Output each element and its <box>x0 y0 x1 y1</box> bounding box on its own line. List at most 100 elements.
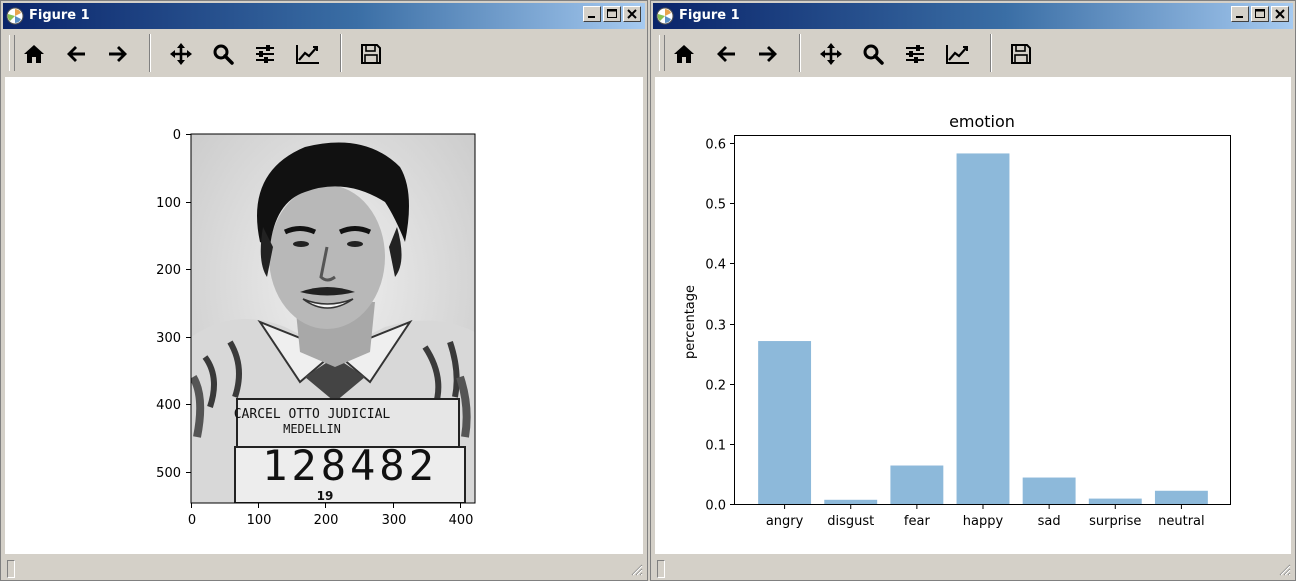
y-tick-label: 0 <box>173 128 181 143</box>
y-ticks-group: 0.0 0.1 0.2 0.3 0.4 0.5 0.6 <box>705 138 735 514</box>
pan-button[interactable] <box>165 39 197 69</box>
configure-subplots-button[interactable] <box>249 39 281 69</box>
zoom-magnifier-icon <box>213 44 234 65</box>
y-tick-label: 0.5 <box>705 198 726 213</box>
y-tick-label: 0.3 <box>705 319 726 334</box>
back-button[interactable] <box>710 39 742 69</box>
title-bar[interactable]: Figure 1 <box>653 3 1293 29</box>
x-tick-label: angry <box>766 514 804 529</box>
minimize-button[interactable] <box>583 6 601 22</box>
y-tick-label: 0.1 <box>705 439 726 454</box>
save-floppy-icon <box>361 44 381 64</box>
x-tick-label: happy <box>963 514 1004 529</box>
placard-year: 19 <box>317 489 334 503</box>
toolbar-separator <box>340 34 342 72</box>
image-axes-plot: CARCEL OTTO JUDICIAL MEDELLIN 128482 19 … <box>156 128 476 528</box>
close-icon <box>1275 9 1285 19</box>
placard-line2: MEDELLIN <box>283 422 341 436</box>
home-icon <box>674 45 694 63</box>
toolbar-separator <box>990 34 992 72</box>
save-button[interactable] <box>355 39 387 69</box>
placard-line1: CARCEL OTTO JUDICIAL <box>234 407 391 422</box>
save-button[interactable] <box>1005 39 1037 69</box>
maximize-button[interactable] <box>603 6 621 22</box>
window-title: Figure 1 <box>679 8 740 23</box>
bar-surprise <box>1088 498 1142 504</box>
x-tick-label: surprise <box>1089 514 1141 529</box>
x-tick-label: 100 <box>247 513 272 528</box>
x-tick-label: 0 <box>188 513 196 528</box>
y-tick-label: 0.2 <box>705 379 726 394</box>
forward-button[interactable] <box>752 39 784 69</box>
close-button[interactable] <box>1271 6 1289 22</box>
zoom-button[interactable] <box>207 39 239 69</box>
matplotlib-logo-icon <box>656 7 674 25</box>
back-button[interactable] <box>60 39 92 69</box>
y-tick-label: 0.6 <box>705 138 726 153</box>
minimize-icon <box>1236 16 1243 18</box>
resize-grip-icon[interactable] <box>631 564 643 576</box>
bar-sad <box>1022 477 1076 504</box>
resize-grip-icon[interactable] <box>1279 564 1291 576</box>
status-field <box>657 560 665 578</box>
x-tick-label: 300 <box>382 513 407 528</box>
home-button[interactable] <box>18 39 50 69</box>
close-button[interactable] <box>623 6 641 22</box>
edit-axes-icon <box>946 45 969 64</box>
x-tick-label: sad <box>1038 514 1061 529</box>
minimize-button[interactable] <box>1231 6 1249 22</box>
status-bar <box>653 556 1293 578</box>
toolbar-separator <box>149 34 151 72</box>
status-bar <box>3 556 645 578</box>
window-title: Figure 1 <box>29 8 90 23</box>
maximize-button[interactable] <box>1251 6 1269 22</box>
figure-window-right: Figure 1 emotion percentage 0.0 0.1 0.2 … <box>650 0 1296 581</box>
figure-canvas[interactable]: emotion percentage 0.0 0.1 0.2 0.3 0.4 0.5 0.6… <box>655 77 1291 554</box>
edit-axes-button[interactable] <box>942 39 974 69</box>
mugshot-photo: CARCEL OTTO JUDICIAL MEDELLIN 128482 19 <box>191 134 475 503</box>
y-tick-label: 300 <box>156 331 181 346</box>
y-tick-label: 100 <box>156 196 181 211</box>
pan-move-icon <box>170 43 192 65</box>
image-y-ticks: 0 100 200 300 400 500 <box>156 128 191 481</box>
back-arrow-icon <box>67 46 85 62</box>
navigation-toolbar <box>653 31 1293 75</box>
figure-window-left: Figure 1 CARCEL OTTO JUDICIAL MEDELLIN 1… <box>0 0 648 581</box>
y-tick-label: 0.0 <box>705 499 726 514</box>
configure-subplots-icon <box>906 45 924 63</box>
matplotlib-logo-icon <box>6 7 24 25</box>
x-tick-label: 200 <box>314 513 339 528</box>
bar-neutral <box>1154 490 1208 504</box>
chart-title: emotion <box>949 112 1015 131</box>
y-tick-label: 200 <box>156 263 181 278</box>
x-tick-label: neutral <box>1158 514 1205 529</box>
bar-angry <box>758 341 812 504</box>
bar-disgust <box>824 499 878 504</box>
forward-arrow-icon <box>759 46 777 62</box>
y-tick-label: 400 <box>156 398 181 413</box>
placard-number: 128482 <box>262 441 438 490</box>
pan-button[interactable] <box>815 39 847 69</box>
zoom-magnifier-icon <box>863 44 884 65</box>
navigation-toolbar <box>3 31 645 75</box>
toolbar-separator <box>799 34 801 72</box>
bars-group <box>758 153 1208 504</box>
home-button[interactable] <box>668 39 700 69</box>
toolbar-grip[interactable] <box>659 35 665 71</box>
image-x-ticks: 0 100 200 300 400 <box>188 503 473 528</box>
minimize-icon <box>588 16 595 18</box>
figure-canvas[interactable]: CARCEL OTTO JUDICIAL MEDELLIN 128482 19 … <box>5 77 643 554</box>
edit-axes-icon <box>296 45 319 64</box>
configure-subplots-icon <box>256 45 274 63</box>
y-tick-label: 0.4 <box>705 258 726 273</box>
title-bar[interactable]: Figure 1 <box>3 3 645 29</box>
edit-axes-button[interactable] <box>292 39 324 69</box>
toolbar-grip[interactable] <box>9 35 15 71</box>
back-arrow-icon <box>717 46 735 62</box>
forward-button[interactable] <box>102 39 134 69</box>
x-ticks-group: angry disgust fear happy sad surprise neutral <box>766 504 1205 529</box>
zoom-button[interactable] <box>857 39 889 69</box>
y-axis-label: percentage <box>683 285 698 359</box>
configure-subplots-button[interactable] <box>899 39 931 69</box>
y-tick-label: 500 <box>156 466 181 481</box>
